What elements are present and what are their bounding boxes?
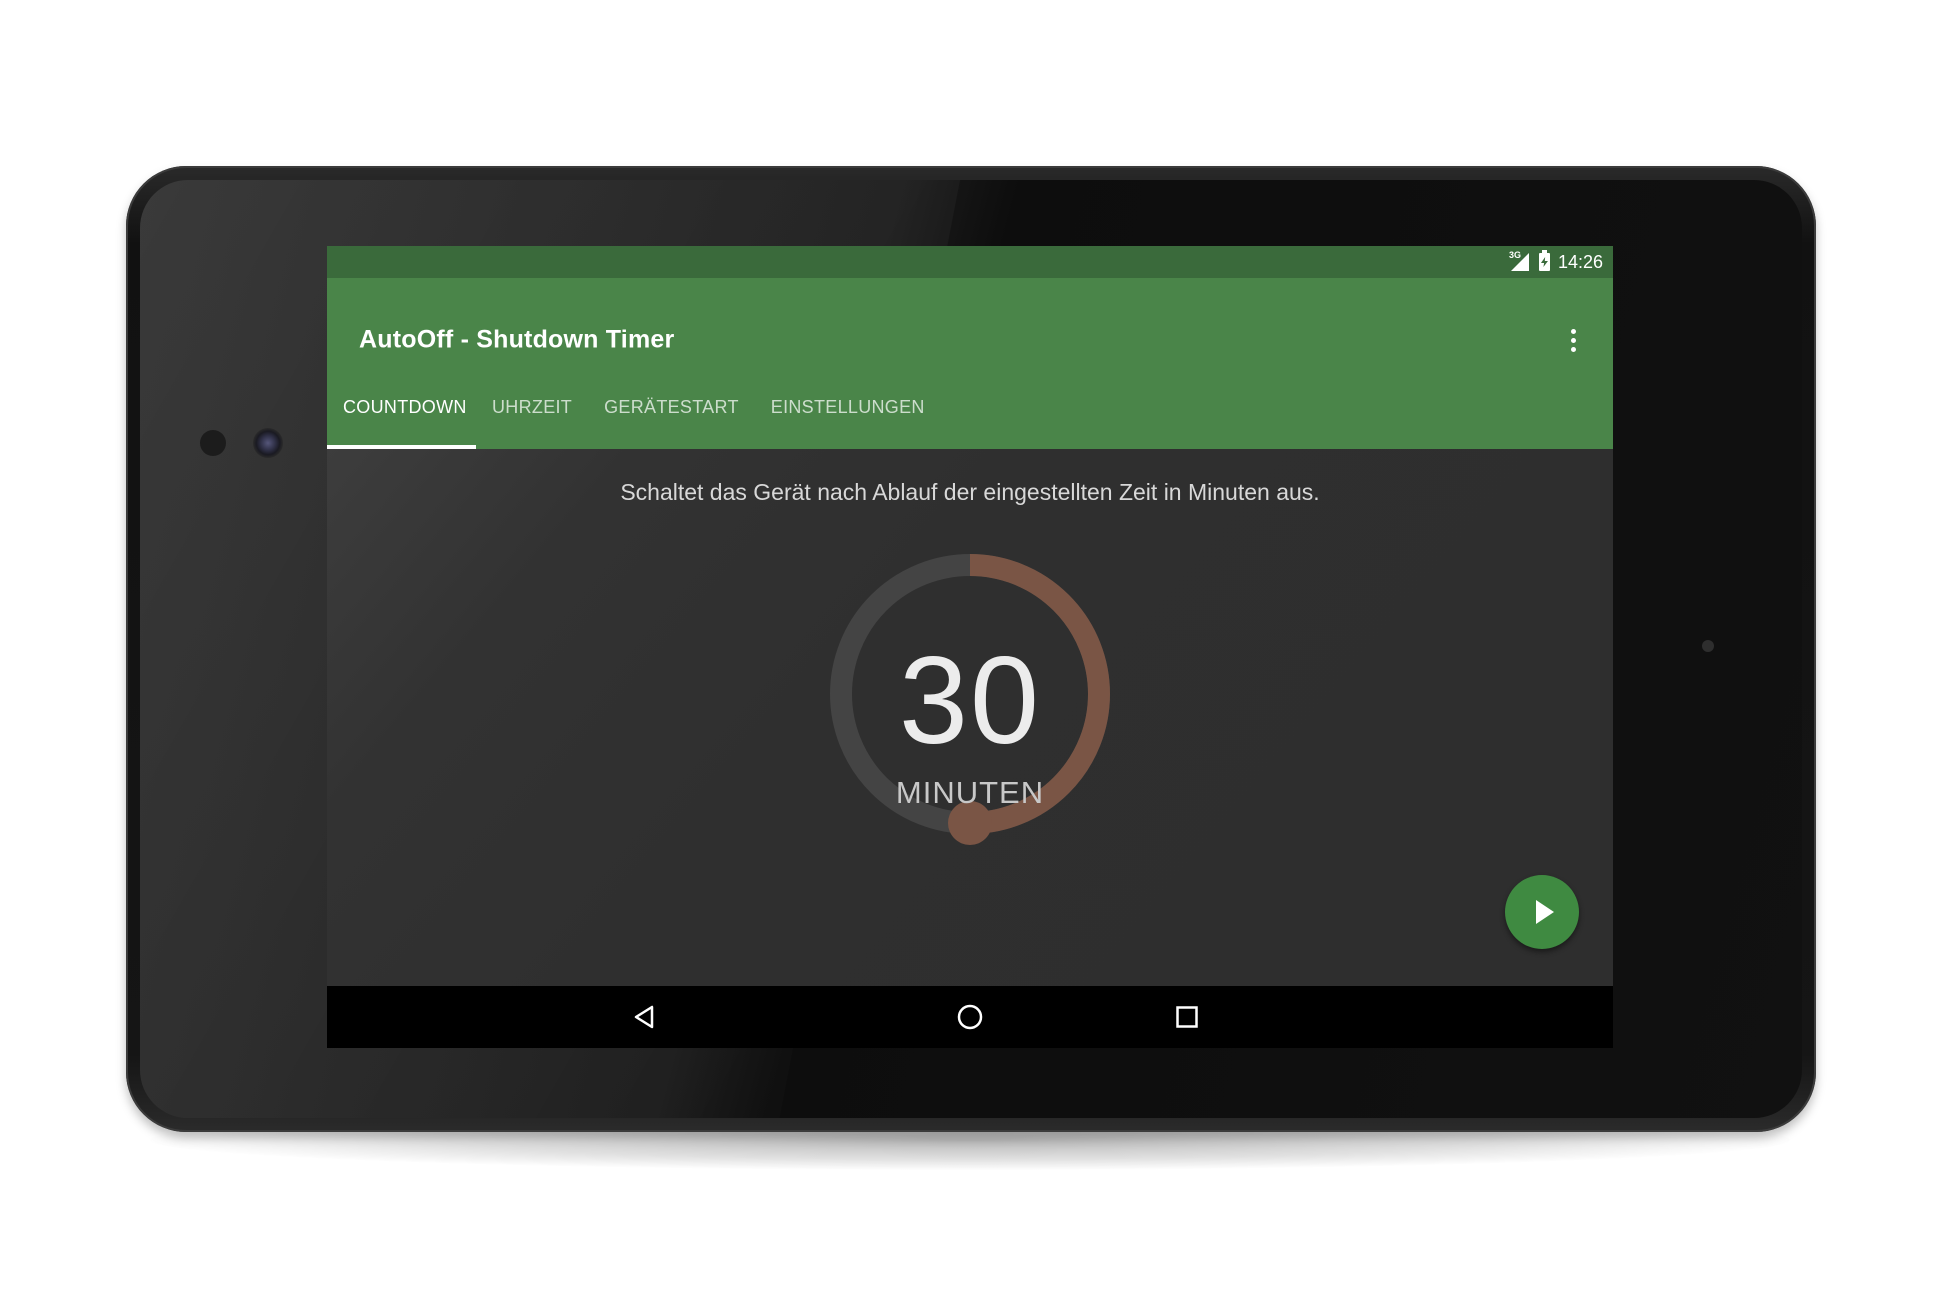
countdown-panel: Schaltet das Gerät nach Ablauf der einge… [327,449,1613,986]
start-button[interactable] [1505,875,1579,949]
device-stage: 3G 14:26 AutoOff - Shutdown Timer COUNTD… [0,0,1934,1289]
signal-icon: 3G [1508,250,1531,272]
tab-bar: COUNTDOWN UHRZEIT GERÄTESTART EINSTELLUN… [327,365,941,449]
front-camera [253,428,283,458]
network-type-label: 3G [1508,250,1521,260]
back-icon[interactable] [615,986,675,1048]
tab-countdown[interactable]: COUNTDOWN [327,365,476,449]
recents-icon[interactable] [1157,986,1217,1048]
app-bar: AutoOff - Shutdown Timer COUNTDOWN UHRZE… [327,278,1613,449]
home-icon[interactable] [940,986,1000,1048]
timer-unit-label: MINUTEN [895,775,1045,810]
status-icons: 3G 14:26 [1509,246,1603,278]
app-title: AutoOff - Shutdown Timer [359,325,675,354]
play-icon [1535,900,1554,924]
timer-value: 30 [899,632,1041,770]
light-sensor [200,430,226,456]
tab-einstellungen[interactable]: EINSTELLUNGEN [755,365,941,449]
side-sensor [1702,640,1714,652]
more-vert-icon[interactable] [1553,318,1593,362]
status-bar: 3G 14:26 [327,246,1613,278]
tab-geraetestart[interactable]: GERÄTESTART [588,365,755,449]
navigation-bar [327,986,1613,1048]
status-time: 14:26 [1557,251,1603,272]
battery-charging-icon [1538,250,1550,271]
tab-uhrzeit[interactable]: UHRZEIT [476,365,588,449]
device-screen: 3G 14:26 AutoOff - Shutdown Timer COUNTD… [327,246,1613,1048]
